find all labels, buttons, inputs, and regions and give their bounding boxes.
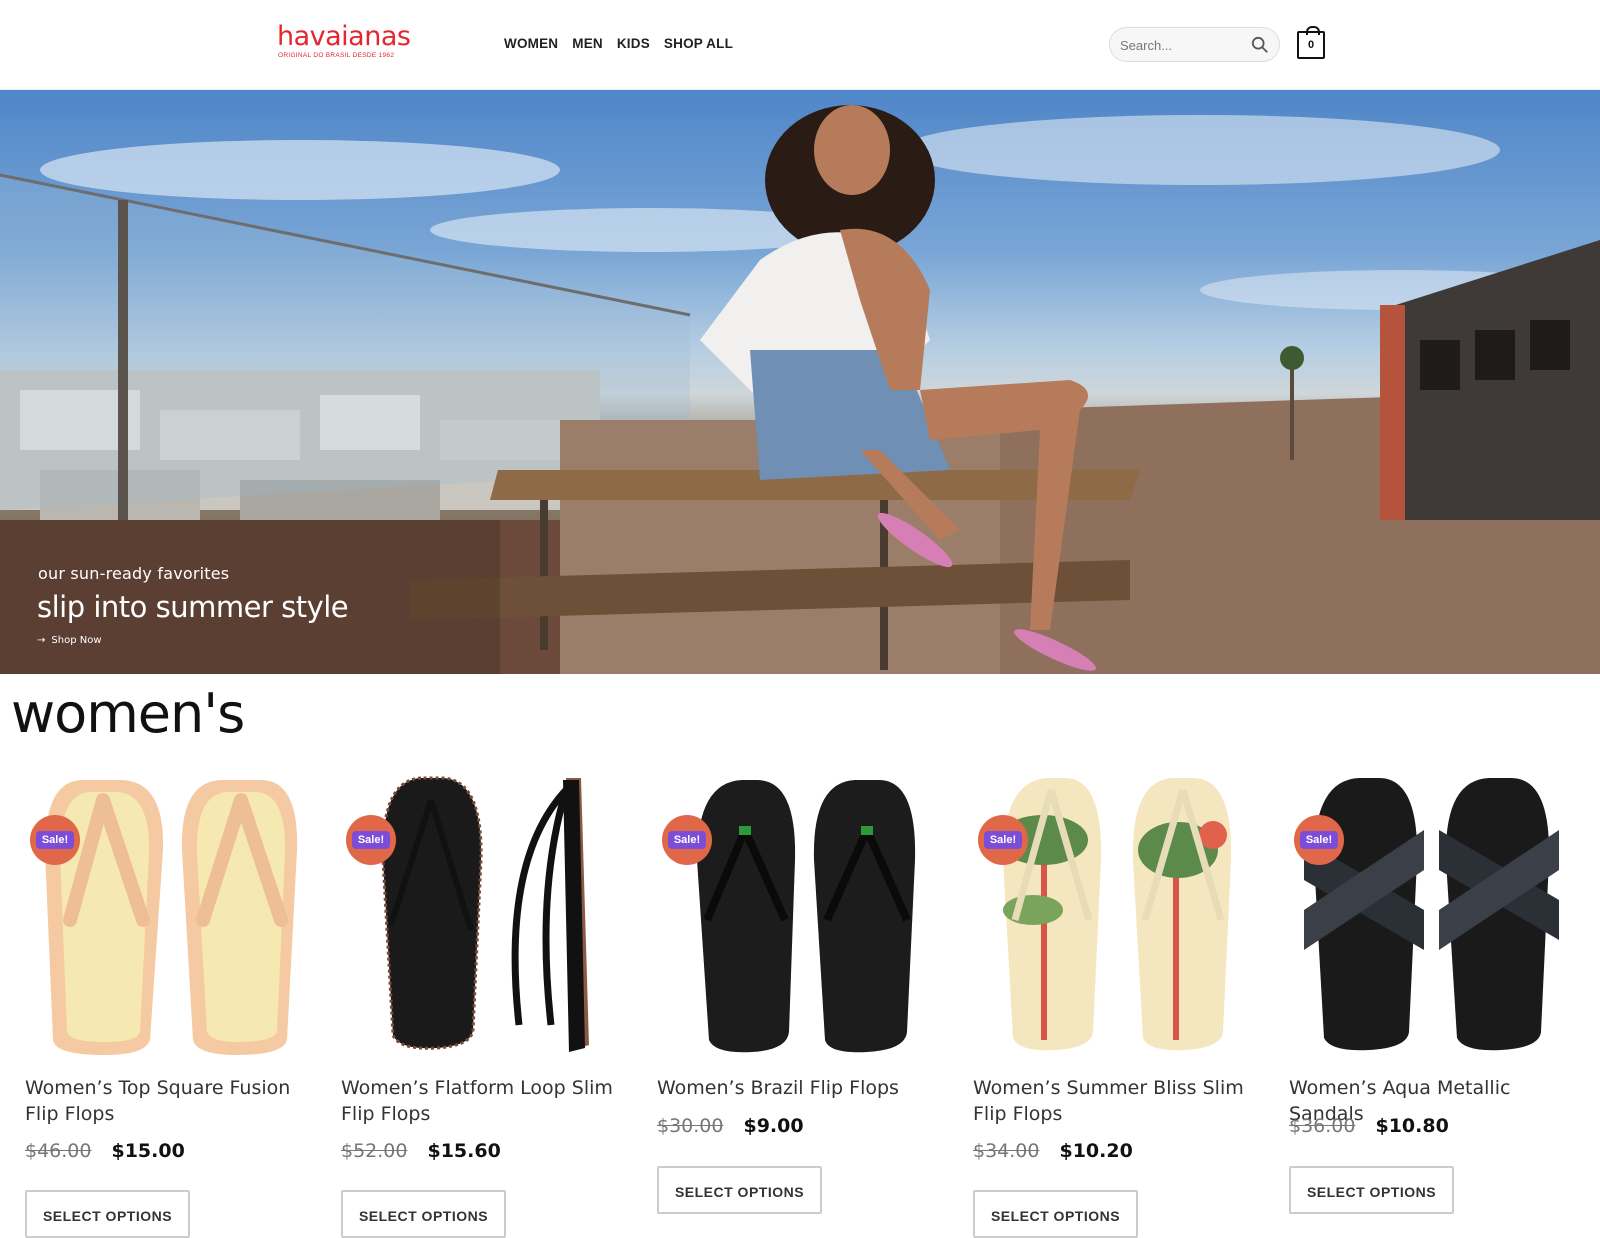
search-box [1109,27,1280,62]
product-price: $52.00 $15.60 [341,1140,501,1162]
select-options-button[interactable]: SELECT OPTIONS [25,1190,190,1238]
hero-title: slip into summer style [37,590,349,624]
sale-badge-label: Sale! [351,831,391,849]
product-name[interactable]: Women’s Flatform Loop Slim Flip Flops [341,1075,631,1127]
select-options-button[interactable]: SELECT OPTIONS [657,1166,822,1214]
sale-badge: Sale! [662,815,712,865]
sale-badge: Sale! [346,815,396,865]
shop-now-label: Shop Now [51,635,102,646]
original-price: $30.00 [657,1115,724,1137]
nav-men[interactable]: MEN [572,36,603,51]
sale-price: $9.00 [743,1115,804,1137]
product-name[interactable]: Women’s Top Square Fusion Flip Flops [25,1075,315,1127]
hero-banner[interactable]: our sun-ready favorites slip into summer… [0,90,1600,674]
sale-badge-label: Sale! [35,831,75,849]
select-options-button[interactable]: SELECT OPTIONS [973,1190,1138,1238]
site-header: havaianas ORIGINAL DO BRASIL DESDE 1962 … [0,0,1600,90]
sale-price: $10.80 [1375,1115,1449,1137]
original-price: $52.00 [341,1140,408,1162]
nav-women[interactable]: WOMEN [504,36,558,51]
original-price: $34.00 [973,1140,1040,1162]
select-options-button[interactable]: SELECT OPTIONS [341,1190,506,1238]
flip-flop-black-icon[interactable] [657,770,947,1060]
product-grid: Sale! Women’s Top Square Fusion Flip Flo… [0,770,1600,1238]
brand-name: havaianas [277,21,411,52]
flip-flop-black-platform-icon[interactable] [341,770,631,1060]
hero-subtitle: our sun-ready favorites [38,564,230,583]
sale-price: $10.20 [1059,1140,1133,1162]
cart-button[interactable]: 0 [1297,26,1325,59]
flip-flop-palm-icon[interactable] [973,770,1263,1060]
main-nav: WOMEN MEN KIDS SHOP ALL [504,36,733,51]
sale-price: $15.00 [111,1140,185,1162]
shop-now-link[interactable]: → Shop Now [37,635,102,646]
select-options-button[interactable]: SELECT OPTIONS [1289,1166,1454,1214]
product-price: $46.00 $15.00 [25,1140,185,1162]
sale-badge: Sale! [1294,815,1344,865]
flip-flop-peach-icon[interactable] [25,770,315,1060]
product-price: $34.00 $10.20 [973,1140,1133,1162]
cart-count: 0 [1307,39,1315,51]
hero-image [0,105,1600,674]
original-price: $36.00 [1289,1115,1356,1137]
product-name[interactable]: Women’s Summer Bliss Slim Flip Flops [973,1075,1263,1127]
product-price: $36.00 $10.80 [1289,1115,1449,1137]
section-title: women's [11,682,245,745]
sale-price: $15.60 [427,1140,501,1162]
product-price: $30.00 $9.00 [657,1115,804,1137]
search-icon[interactable] [1251,36,1269,54]
sale-badge: Sale! [30,815,80,865]
original-price: $46.00 [25,1140,92,1162]
sale-badge-label: Sale! [667,831,707,849]
sale-badge-label: Sale! [983,831,1023,849]
sale-badge: Sale! [978,815,1028,865]
sandal-crossed-black-icon[interactable] [1289,770,1579,1060]
nav-shop-all[interactable]: SHOP ALL [664,36,733,51]
search-input[interactable] [1120,35,1240,55]
brand-logo[interactable]: havaianas ORIGINAL DO BRASIL DESDE 1962 [277,21,411,60]
sale-badge-label: Sale! [1299,831,1339,849]
product-name[interactable]: Women’s Brazil Flip Flops [657,1075,947,1101]
nav-kids[interactable]: KIDS [617,36,650,51]
brand-tagline: ORIGINAL DO BRASIL DESDE 1962 [278,52,395,59]
arrow-right-icon: → [37,635,46,646]
